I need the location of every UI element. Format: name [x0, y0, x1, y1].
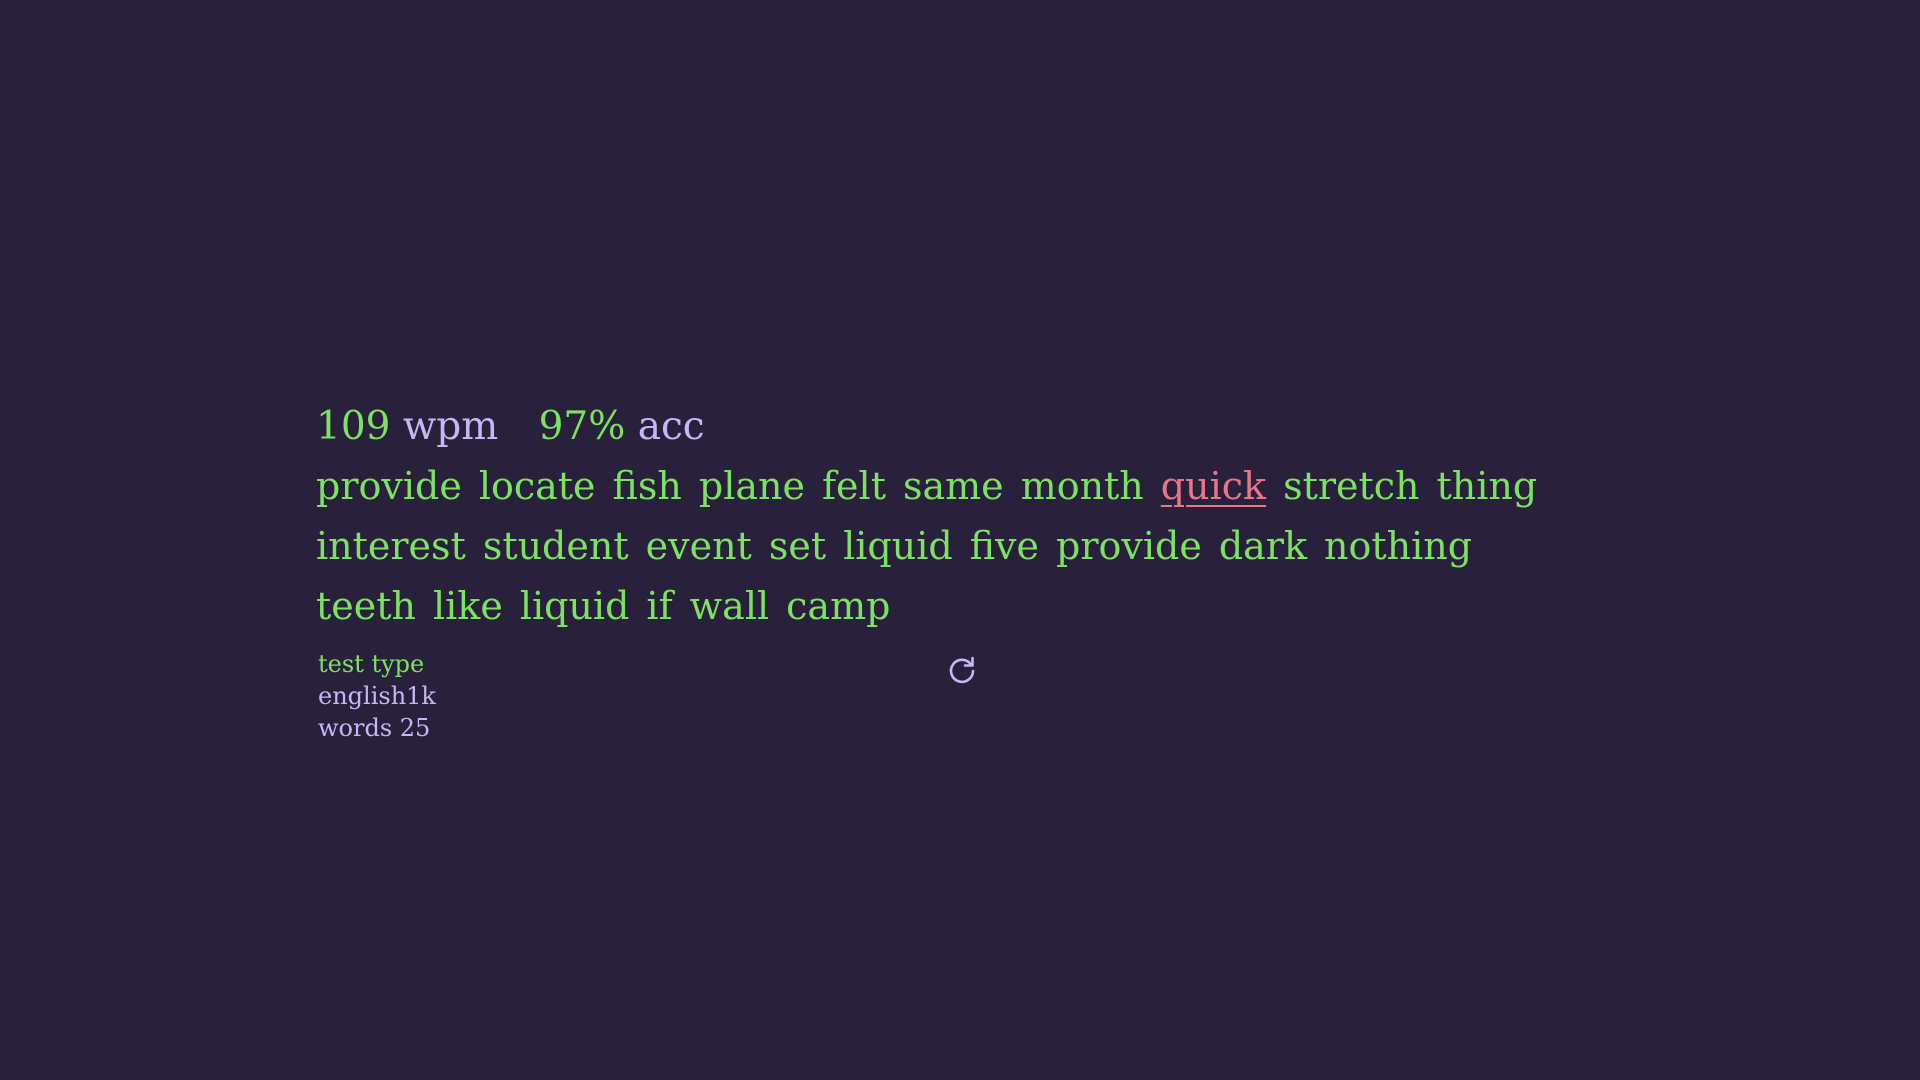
word: wall: [689, 584, 770, 628]
word: plane: [698, 464, 805, 508]
test-info: test type english1k words 25: [318, 648, 436, 744]
accuracy-unit: acc: [637, 404, 705, 449]
mode-value: words 25: [318, 714, 431, 742]
word: interest: [316, 524, 466, 568]
word: fish: [612, 464, 682, 508]
word: dark: [1218, 524, 1307, 568]
word-error: quick: [1160, 464, 1267, 508]
word: if: [646, 584, 673, 628]
word: locate: [478, 464, 596, 508]
word: liquid: [519, 584, 630, 628]
word: nothing: [1323, 524, 1473, 568]
result-area: 109 wpm 97% acc provide locate fish plane fe…: [316, 402, 1606, 748]
footer: test type english1k words 25: [316, 648, 1606, 748]
word: five: [969, 524, 1039, 568]
wpm-unit: wpm: [402, 404, 499, 449]
restart-button[interactable]: [946, 654, 978, 686]
word: set: [768, 524, 827, 568]
restart-icon: [949, 656, 975, 684]
word: month: [1020, 464, 1144, 508]
word: felt: [821, 464, 886, 508]
test-type-label: test type: [318, 650, 425, 678]
word: provide: [1056, 524, 1202, 568]
words-list: provide locate fish plane felt same month quick…: [316, 456, 1606, 636]
wpm-value: 109: [316, 404, 391, 449]
language-value: english1k: [318, 682, 436, 710]
stats-line: 109 wpm 97% acc: [316, 402, 1606, 452]
word: thing: [1436, 464, 1538, 508]
word: stretch: [1283, 464, 1420, 508]
word: provide: [316, 464, 462, 508]
word: student: [482, 524, 629, 568]
word: like: [433, 584, 503, 628]
word: teeth: [316, 584, 416, 628]
word: same: [902, 464, 1004, 508]
accuracy-value: 97%: [538, 404, 626, 449]
word: camp: [786, 584, 891, 628]
word: liquid: [843, 524, 953, 568]
word: event: [645, 524, 752, 568]
